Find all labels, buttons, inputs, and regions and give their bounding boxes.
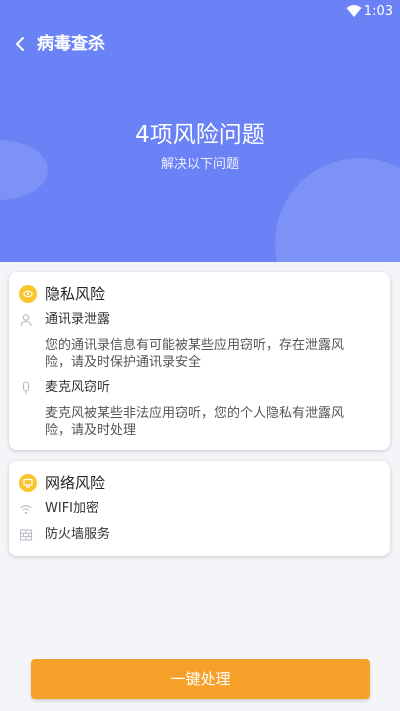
person-icon [20,314,32,327]
item-description: 麦克风被某些非法应用窃听，您的个人隐私有泄露风险，请及时处理 [45,406,345,438]
item-label: 麦克风窃听 [45,380,111,395]
status-time: 1:03 [363,4,393,19]
status-bar: 1:03 [0,0,400,24]
risk-count-headline: 4项风险问题 [135,122,265,148]
eye-icon [19,285,37,303]
nav-bar: 病毒查杀 [0,30,400,58]
risk-subtitle: 解决以下问题 [160,157,239,172]
card-title: 网络风险 [45,474,106,492]
firewall-icon [19,529,33,541]
item-label: 通讯录泄露 [45,312,111,327]
item-label: WIFI加密 [45,501,99,516]
item-description: 您的通讯录信息有可能被某些应用窃听，存在泄露风险，请及时保护通讯录安全 [45,338,345,370]
wifi-icon [20,505,32,515]
card-title: 隐私风险 [45,285,106,303]
page-title: 病毒查杀 [37,34,105,54]
wifi-icon [346,5,362,17]
network-risk-card: 网络风险 WIFI加密 防火墙服务 [9,461,390,556]
monitor-icon [19,474,37,492]
microphone-icon [22,381,30,394]
header-banner: 1:03 病毒查杀 4项风险问题 解决以下问题 [0,0,400,262]
privacy-risk-card: 隐私风险 通讯录泄露 您的通讯录信息有可能被某些应用窃听，存在泄露风险，请及时保… [9,272,390,450]
chevron-left-icon[interactable] [12,34,30,54]
one-click-fix-button[interactable]: 一键处理 [31,659,370,699]
item-label: 防火墙服务 [45,527,111,542]
